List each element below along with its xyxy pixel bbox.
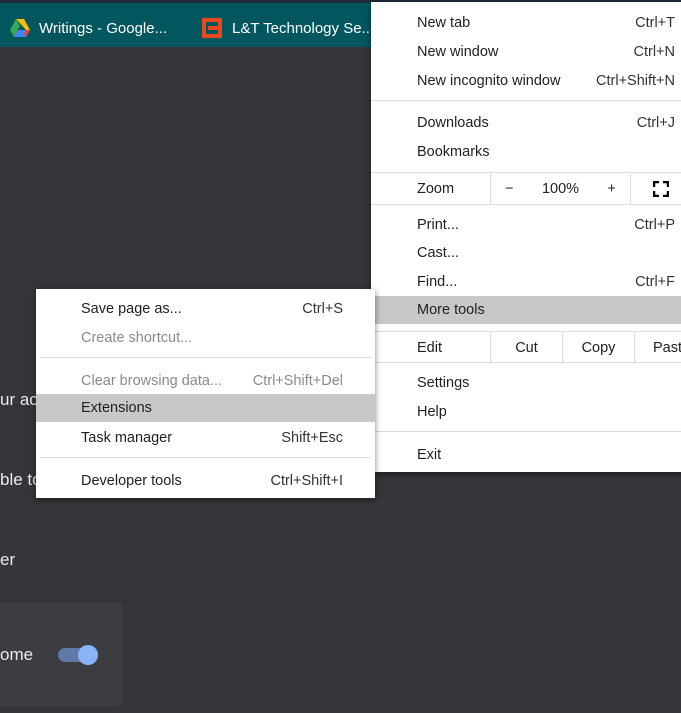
label: Extensions bbox=[81, 400, 152, 416]
menu-save-page[interactable]: Save page as... Ctrl+S bbox=[36, 294, 375, 323]
label: Task manager bbox=[81, 429, 173, 446]
zoom-level: 100% bbox=[541, 181, 580, 197]
menu-new-incognito[interactable]: New incognito window Ctrl+Shift+N bbox=[371, 66, 681, 95]
zoom-out-button[interactable]: − bbox=[505, 181, 513, 197]
lt-logo-icon bbox=[202, 18, 222, 38]
menu-developer-tools[interactable]: Developer tools Ctrl+Shift+I bbox=[36, 466, 375, 495]
divider bbox=[371, 362, 681, 363]
label: Help bbox=[417, 403, 447, 420]
shortcut: Ctrl+S bbox=[302, 300, 343, 317]
menu-exit[interactable]: Exit bbox=[371, 440, 681, 469]
menu-bookmarks[interactable]: Bookmarks bbox=[371, 137, 681, 166]
label: Create shortcut... bbox=[81, 329, 193, 346]
shortcut: Ctrl+N bbox=[633, 43, 676, 60]
label: Bookmarks bbox=[417, 143, 490, 160]
shortcut: Ctrl+Shift+N bbox=[596, 72, 675, 89]
menu-more-tools[interactable]: More tools bbox=[371, 296, 681, 324]
divider bbox=[371, 172, 681, 173]
menu-settings[interactable]: Settings bbox=[371, 368, 681, 397]
shortcut: Ctrl+Shift+I bbox=[270, 472, 343, 489]
label: New tab bbox=[417, 14, 471, 31]
label: Downloads bbox=[417, 114, 489, 131]
chrome-main-menu: New tab Ctrl+T New window Ctrl+N New incog… bbox=[371, 2, 681, 472]
menu-print[interactable]: Print... Ctrl+P bbox=[371, 210, 681, 239]
fullscreen-icon bbox=[653, 181, 669, 197]
menu-new-window[interactable]: New window Ctrl+N bbox=[371, 37, 681, 66]
more-tools-submenu: Save page as... Ctrl+S Create shortcut...… bbox=[36, 289, 375, 498]
menu-help[interactable]: Help bbox=[371, 397, 681, 426]
label: Find... bbox=[417, 273, 458, 290]
zoom-in-button[interactable]: + bbox=[607, 181, 615, 197]
menu-clear-browsing-data[interactable]: Clear browsing data... Ctrl+Shift+Del bbox=[36, 366, 375, 395]
label: Zoom bbox=[417, 181, 455, 197]
divider bbox=[40, 457, 371, 458]
shortcut: Ctrl+F bbox=[635, 273, 675, 290]
label: Settings bbox=[417, 374, 470, 391]
label: Save page as... bbox=[81, 300, 182, 317]
google-drive-icon bbox=[10, 19, 30, 37]
shortcut: Shift+Esc bbox=[281, 429, 343, 446]
divider bbox=[40, 357, 371, 358]
menu-new-tab[interactable]: New tab Ctrl+T bbox=[371, 8, 681, 37]
copy-button[interactable]: Copy bbox=[562, 333, 634, 362]
menu-find[interactable]: Find... Ctrl+F bbox=[371, 267, 681, 296]
menu-extensions[interactable]: Extensions bbox=[36, 394, 375, 422]
label: New incognito window bbox=[417, 72, 561, 89]
menu-downloads[interactable]: Downloads Ctrl+J bbox=[371, 108, 681, 137]
background-text: ome bbox=[0, 645, 34, 664]
cut-button[interactable]: Cut bbox=[490, 333, 562, 362]
label: Clear browsing data... bbox=[81, 372, 223, 389]
shortcut: Ctrl+Shift+Del bbox=[252, 372, 343, 389]
tab-title: L&T Technology Se... bbox=[232, 19, 375, 37]
label: More tools bbox=[417, 302, 485, 318]
divider bbox=[371, 204, 681, 205]
menu-edit-row: Edit Cut Copy Past bbox=[371, 333, 681, 362]
zoom-controls: − 100% + bbox=[490, 174, 630, 204]
paste-button[interactable]: Past bbox=[634, 333, 681, 362]
menu-cast[interactable]: Cast... bbox=[371, 238, 681, 267]
label: New window bbox=[417, 43, 499, 60]
menu-zoom-row: Zoom − 100% + bbox=[371, 174, 681, 204]
label: Developer tools bbox=[81, 472, 182, 489]
fullscreen-button[interactable] bbox=[630, 174, 681, 204]
tab-writings[interactable]: Writings - Google... bbox=[10, 6, 167, 50]
shortcut: Ctrl+J bbox=[636, 114, 675, 131]
label: Cast... bbox=[417, 244, 459, 261]
shortcut: Ctrl+P bbox=[634, 216, 675, 233]
menu-task-manager[interactable]: Task manager Shift+Esc bbox=[36, 423, 375, 452]
divider bbox=[371, 331, 681, 332]
divider bbox=[371, 100, 681, 101]
background-text: ur ac bbox=[0, 390, 38, 409]
toggle-knob[interactable] bbox=[78, 645, 98, 665]
divider bbox=[371, 431, 681, 432]
label: Exit bbox=[417, 446, 442, 463]
tab-lt-technology[interactable]: L&T Technology Se... bbox=[202, 6, 374, 50]
label: Edit bbox=[417, 339, 442, 356]
label: Print... bbox=[417, 216, 459, 233]
shortcut: Ctrl+T bbox=[635, 14, 675, 31]
background-text: er bbox=[0, 550, 16, 569]
menu-create-shortcut[interactable]: Create shortcut... bbox=[36, 323, 375, 352]
tab-title: Writings - Google... bbox=[39, 19, 168, 37]
